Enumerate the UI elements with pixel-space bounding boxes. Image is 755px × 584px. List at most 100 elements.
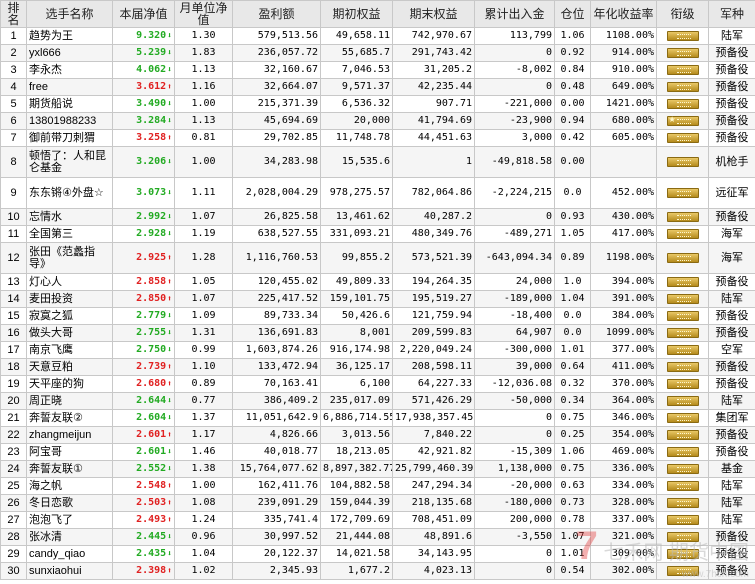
column-header[interactable]: 累计出入金 — [474, 0, 555, 28]
annual-return-cell: 1421.00% — [590, 95, 657, 113]
table-row[interactable]: 27 泡泡飞了 2.493⬆ 1.24 335,741.4 172,709.69 708,4… — [0, 511, 755, 529]
player-name-link[interactable]: 天意豆粕 — [26, 358, 113, 376]
table-row[interactable]: 7 御前带刀刺猬 3.258⬆ 0.81 29,702.85 11,748.78 44,45… — [0, 129, 755, 147]
player-name-link[interactable]: 冬日恋歌 — [26, 494, 113, 512]
player-name-link[interactable]: zhangmeijun — [26, 426, 113, 444]
table-row[interactable]: 16 做头大哥 2.755⬇ 1.31 136,691.83 8,001 209,599.8… — [0, 324, 755, 342]
table-row[interactable]: 5 期货船说 3.490⬇ 1.00 215,371.39 6,536.32 907.71-… — [0, 95, 755, 113]
column-header[interactable]: 排名 — [0, 0, 27, 28]
player-name-link[interactable]: 忘情水 — [26, 208, 113, 226]
table-row[interactable]: 17 南京飞鹰 2.750⬇ 0.99 1,603,874.26 916,174.98 2,… — [0, 341, 755, 359]
end-equity-cell: 208,598.11 — [392, 358, 475, 376]
table-row[interactable]: 20 周正晓 2.644⬇ 0.77 386,409.2 235,017.09 571,42… — [0, 392, 755, 410]
player-name-link[interactable]: 天平座的狗 — [26, 375, 113, 393]
end-equity-cell: 34,143.95 — [392, 545, 475, 563]
military-rank-cell — [656, 242, 709, 274]
nav-value: 4.062 — [136, 64, 167, 75]
profit-cell: 4,826.66 — [232, 426, 321, 444]
column-header[interactable]: 盈利额 — [232, 0, 321, 28]
player-name-link[interactable]: 奔誓友联② — [26, 409, 113, 427]
table-row[interactable]: 10 忘情水 2.992⬇ 1.07 26,825.58 13,461.62 40,287.… — [0, 208, 755, 226]
column-header[interactable]: 期初权益 — [320, 0, 393, 28]
player-name-link[interactable]: 南京飞鹰 — [26, 341, 113, 359]
player-name-link[interactable]: 张田《范蠡指导》 — [26, 242, 113, 274]
table-row[interactable]: 6 13801988233 3.284⬇ 1.13 45,694.69 20,000 41,… — [0, 112, 755, 130]
start-equity-cell: 6,886,714.55 — [320, 409, 393, 427]
profit-cell: 386,409.2 — [232, 392, 321, 410]
player-name-link[interactable]: 期货船说 — [26, 95, 113, 113]
branch-cell: 陆军 — [708, 511, 755, 529]
column-header[interactable]: 本届净值 — [112, 0, 175, 28]
table-row[interactable]: 24 奔誓友联① 2.552⬇ 1.38 15,764,077.62 8,897,382.… — [0, 460, 755, 478]
player-name-link[interactable]: 顿悟了：人和昆仑基金 — [26, 146, 113, 178]
start-equity-cell: 978,275.57 — [320, 177, 393, 209]
rank-insignia-icon — [666, 277, 699, 288]
nav-value: 2.604 — [136, 412, 167, 423]
nav-cell: 2.928⬇ — [112, 225, 175, 243]
table-row[interactable]: 1 趋势为王 9.320⬇ 1.30 579,513.56 49,658.11 742,97… — [0, 27, 755, 45]
player-name-link[interactable]: 灯心人 — [26, 273, 113, 291]
column-header[interactable]: 衔级 — [656, 0, 709, 28]
player-name-link[interactable]: 趋势为王 — [26, 27, 113, 45]
player-name-link[interactable]: sunxiaohui — [26, 562, 113, 580]
start-equity-cell: 99,855.2 — [320, 242, 393, 274]
table-row[interactable]: 23 阿宝哥 2.601⬇ 1.46 40,018.77 18,213.05 42,921.… — [0, 443, 755, 461]
position-cell: 0.93 — [554, 208, 591, 226]
player-name-link[interactable]: 奔誓友联① — [26, 460, 113, 478]
player-name-link[interactable]: 麦田投资 — [26, 290, 113, 308]
column-header[interactable]: 月单位净值 — [174, 0, 233, 28]
table-row[interactable]: 28 张冰清 2.445⬇ 0.96 30,997.52 21,444.08 48,891.… — [0, 528, 755, 546]
player-name-link[interactable]: 泡泡飞了 — [26, 511, 113, 529]
table-row[interactable]: 29 candy_qiao 2.435⬇ 1.04 20,122.37 14,021.58… — [0, 545, 755, 563]
nav-value: 2.755 — [136, 327, 167, 338]
table-row[interactable]: 26 冬日恋歌 2.503⬆ 1.08 239,091.29 159,044.39 218,… — [0, 494, 755, 512]
table-row[interactable]: 19 天平座的狗 2.680⬆ 0.89 70,163.41 6,100 64,227.33… — [0, 375, 755, 393]
table-row[interactable]: 4 free 3.612⬆ 1.16 32,664.07 9,571.37 42,235.4… — [0, 78, 755, 96]
player-name-link[interactable]: 阿宝哥 — [26, 443, 113, 461]
table-row[interactable]: 22 zhangmeijun 2.601⬆ 1.17 4,826.66 3,013.56 7… — [0, 426, 755, 444]
table-row[interactable]: 14 麦田投资 2.850⬆ 1.07 225,417.52 159,101.75 195,… — [0, 290, 755, 308]
player-name-link[interactable]: 13801988233 — [26, 112, 113, 130]
table-row[interactable]: 21 奔誓友联② 2.604⬇ 1.37 11,051,642.9 6,886,714.5… — [0, 409, 755, 427]
player-name-link[interactable]: 张冰清 — [26, 528, 113, 546]
player-name-link[interactable]: yxl666 — [26, 44, 113, 62]
player-name-link[interactable]: 做头大哥 — [26, 324, 113, 342]
table-row[interactable]: 8 顿悟了：人和昆仑基金 3.206⬇ 1.00 34,283.98 15,535.6 1-… — [0, 146, 755, 178]
net-flow-cell: -489,271 — [474, 225, 555, 243]
table-row[interactable]: 15 寂寞之狐 2.779⬇ 1.09 89,733.34 50,426.6 121,759… — [0, 307, 755, 325]
table-row[interactable]: 11 全国第三 2.928⬇ 1.19 638,527.55 331,093.21 480,… — [0, 225, 755, 243]
table-row[interactable]: 13 灯心人 2.858⬆ 1.05 120,455.02 49,809.33 194,26… — [0, 273, 755, 291]
start-equity-cell: 6,100 — [320, 375, 393, 393]
branch-cell: 预备役 — [708, 208, 755, 226]
column-header[interactable]: 仓位 — [554, 0, 591, 28]
table-row[interactable]: 9 东东锵④外盘☆ 3.073⬇ 1.11 2,028,004.29 978,275.57… — [0, 177, 755, 209]
position-cell: 0.0 — [554, 177, 591, 209]
table-row[interactable]: 3 李永杰 4.062⬇ 1.13 32,160.67 7,046.53 31,205.2-… — [0, 61, 755, 79]
table-row[interactable]: 25 海之帆 2.548⬆ 1.00 162,411.76 104,882.58 247,2… — [0, 477, 755, 495]
rank-insignia-icon — [666, 464, 699, 475]
position-cell: 0.92 — [554, 44, 591, 62]
player-name-link[interactable]: 东东锵④外盘☆ — [26, 177, 113, 209]
player-name-link[interactable]: 李永杰 — [26, 61, 113, 79]
table-row[interactable]: 12 张田《范蠡指导》 2.925⬆ 1.28 1,116,760.53 99,855.2… — [0, 242, 755, 274]
start-equity-cell: 49,658.11 — [320, 27, 393, 45]
end-equity-cell: 742,970.67 — [392, 27, 475, 45]
player-name-link[interactable]: 御前带刀刺猬 — [26, 129, 113, 147]
player-name-link[interactable]: 周正晓 — [26, 392, 113, 410]
branch-cell: 预备役 — [708, 44, 755, 62]
arrow-up-red-icon: ⬆ — [167, 82, 172, 91]
column-header[interactable]: 期末权益 — [392, 0, 475, 28]
table-row[interactable]: 18 天意豆粕 2.739⬆ 1.10 133,472.94 36,125.17 208,5… — [0, 358, 755, 376]
player-name-link[interactable]: free — [26, 78, 113, 96]
nav-value: 2.552 — [136, 463, 167, 474]
arrow-down-green-icon: ⬇ — [167, 48, 172, 57]
player-name-link[interactable]: candy_qiao — [26, 545, 113, 563]
player-name-link[interactable]: 海之帆 — [26, 477, 113, 495]
table-row[interactable]: 30 sunxiaohui 2.398⬆ 1.02 2,345.93 1,677.2 4,0… — [0, 562, 755, 580]
player-name-link[interactable]: 寂寞之狐 — [26, 307, 113, 325]
column-header[interactable]: 年化收益率 — [590, 0, 657, 28]
column-header[interactable]: 军种 — [708, 0, 755, 28]
column-header[interactable]: 选手名称 — [26, 0, 113, 28]
table-row[interactable]: 2 yxl666 5.239⬇ 1.83 236,057.72 55,685.7 291,7… — [0, 44, 755, 62]
player-name-link[interactable]: 全国第三 — [26, 225, 113, 243]
